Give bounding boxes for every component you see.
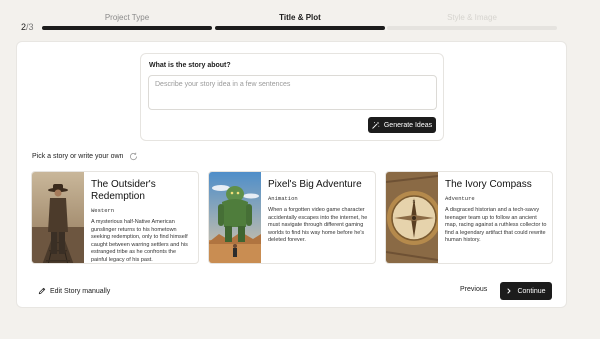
continue-button[interactable]: Continue xyxy=(500,282,552,300)
card-description: A disgraced historian and a tech-savvy t… xyxy=(445,207,547,243)
pick-story-row: Pick a story or write your own xyxy=(32,152,138,161)
story-card-adventure[interactable]: N The Ivory Compass Adventure A disgrace… xyxy=(385,171,553,264)
generate-ideas-label: Generate Ideas xyxy=(383,121,433,129)
continue-label: Continue xyxy=(517,287,546,295)
progress-header: 2/3 Project Type Title & Plot Style & Im… xyxy=(0,0,600,36)
story-card-animation[interactable]: Pixel's Big Adventure Animation When a f… xyxy=(208,171,376,264)
card-description: A mysterious half-Native American gunsli… xyxy=(91,219,188,263)
pick-story-label: Pick a story or write your own xyxy=(32,153,124,160)
chevron-right-icon xyxy=(507,288,511,294)
step-counter: 2/3 xyxy=(21,22,34,32)
step-label: Style & Image xyxy=(447,13,497,22)
step-style-image[interactable]: Style & Image xyxy=(387,13,557,30)
edit-story-label: Edit Story manually xyxy=(50,287,111,295)
card-genre: Adventure xyxy=(445,195,475,202)
compass-image: N xyxy=(386,172,438,263)
refresh-icon[interactable] xyxy=(129,152,138,161)
card-title: Pixel's Big Adventure xyxy=(268,179,362,190)
step-total: /3 xyxy=(26,22,34,32)
edit-story-manually-link[interactable]: Edit Story manually xyxy=(38,287,110,295)
main-panel: What is the story about? Generate Ideas … xyxy=(16,41,567,308)
card-description: When a forgotten video game character ac… xyxy=(268,207,368,243)
generate-ideas-button[interactable]: Generate Ideas xyxy=(368,117,436,133)
card-title: The Ivory Compass xyxy=(445,179,532,190)
step-label: Project Type xyxy=(104,13,150,22)
card-genre: Animation xyxy=(268,195,298,202)
svg-text:N: N xyxy=(413,199,416,204)
card-thumbnail xyxy=(32,172,84,263)
magic-wand-icon xyxy=(372,121,380,129)
story-idea-input[interactable] xyxy=(148,75,437,110)
previous-button[interactable]: Previous xyxy=(460,286,487,293)
step-title-plot[interactable]: Title & Plot xyxy=(215,13,385,30)
giant-robot-image xyxy=(209,172,261,263)
step-bar xyxy=(42,26,212,30)
card-genre: Western xyxy=(91,207,115,214)
story-question: What is the story about? xyxy=(149,62,231,69)
step-bar xyxy=(215,26,385,30)
card-thumbnail xyxy=(209,172,261,263)
step-bar xyxy=(387,26,557,30)
gunslinger-image xyxy=(32,172,84,263)
step-project-type[interactable]: Project Type xyxy=(42,13,212,30)
story-prompt-box: What is the story about? Generate Ideas xyxy=(140,53,444,141)
story-card-western[interactable]: The Outsider's Redemption Western A myst… xyxy=(31,171,199,264)
pencil-icon xyxy=(38,287,46,295)
card-thumbnail: N xyxy=(386,172,438,263)
step-label: Title & Plot xyxy=(279,13,321,22)
card-title: The Outsider's Redemption xyxy=(91,179,156,202)
